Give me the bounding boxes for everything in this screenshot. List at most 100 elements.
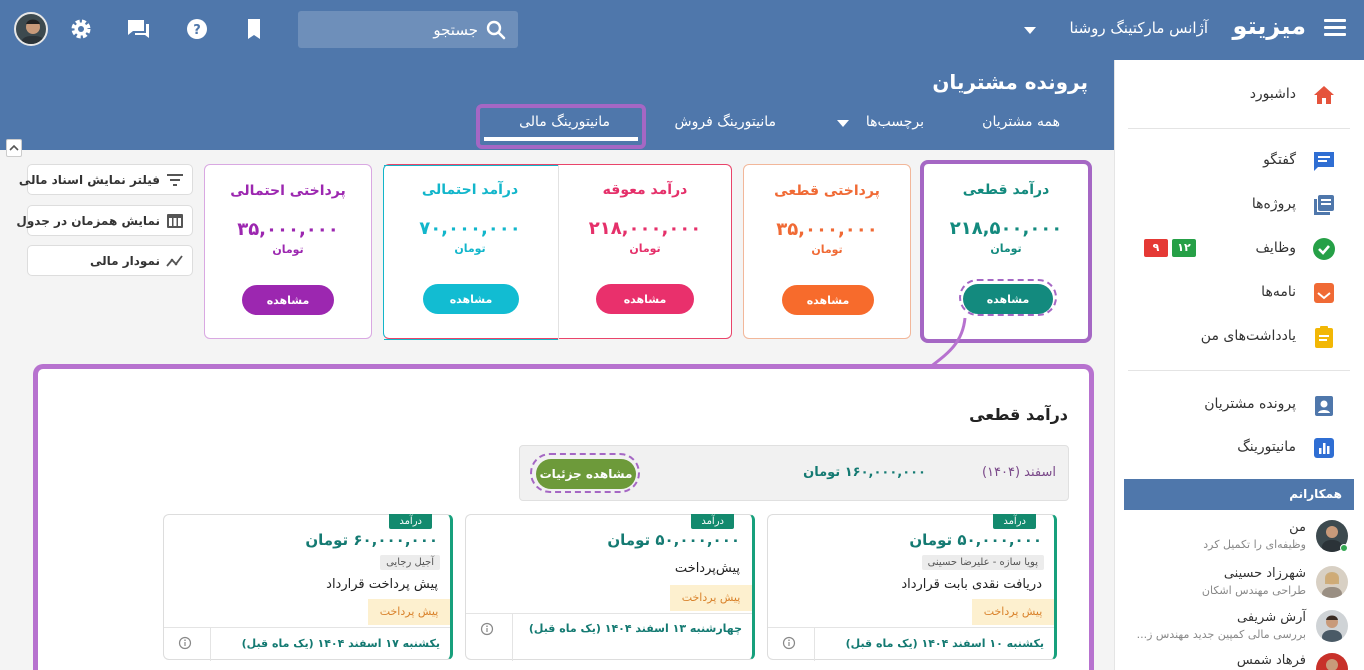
sidebar-item-label: پرونده مشتریان bbox=[1204, 396, 1296, 412]
sidebar-item-label: یادداشت‌های من bbox=[1200, 328, 1296, 344]
card-title: درآمد معوقه bbox=[602, 182, 688, 198]
view-button[interactable]: مشاهده bbox=[782, 285, 874, 315]
transaction-footer: چهارشنبه ۱۳ اسفند ۱۴۰۴ (یک ماه قبل) bbox=[466, 613, 752, 661]
card-probable-payment: پرداختی احتمالی ۳۵,۰۰۰,۰۰۰ تومان مشاهده bbox=[204, 164, 372, 339]
transaction-date: یکشنبه ۱۰ اسفند ۱۴۰۴ (یک ماه قبل) bbox=[845, 637, 1044, 650]
transaction-party: آجیل رجایی bbox=[380, 555, 440, 570]
page-title: پرونده مشتریان bbox=[932, 70, 1088, 94]
chevron-down-icon[interactable] bbox=[1024, 27, 1036, 34]
overdue-count-badge: ۹ bbox=[1144, 239, 1168, 257]
card-currency: تومان bbox=[272, 243, 304, 256]
sidebar-item-dashboard[interactable]: داشبورد bbox=[1114, 75, 1364, 115]
divider bbox=[1128, 370, 1350, 371]
transaction-amount: ۵۰,۰۰۰,۰۰۰ تومان bbox=[909, 531, 1042, 549]
avatar bbox=[1316, 610, 1348, 642]
chevron-down-icon[interactable] bbox=[837, 120, 849, 127]
view-button[interactable]: مشاهده bbox=[596, 284, 694, 314]
colleague-name: من bbox=[1289, 520, 1306, 535]
colleague-name: شهرزاد حسینی bbox=[1223, 566, 1306, 581]
colleagues-header: همکارانم bbox=[1124, 479, 1354, 510]
sidebar-item-label: پروژه‌ها bbox=[1251, 196, 1296, 212]
card-title: درآمد احتمالی bbox=[421, 182, 519, 198]
transaction-description: پیش پرداخت قرارداد bbox=[326, 577, 438, 592]
filter-label: نمایش همزمان در جدول bbox=[16, 214, 160, 228]
card-title: پرداختی احتمالی bbox=[230, 183, 346, 199]
colleague-item[interactable]: آرش شریفی بررسی مالی کمپین جدید مهندس ز.… bbox=[1114, 610, 1364, 654]
help-icon[interactable]: ? bbox=[183, 15, 211, 43]
sidebar-item-chat[interactable]: گفتگو bbox=[1114, 141, 1364, 181]
payment-type-badge: پیش پرداخت bbox=[670, 585, 752, 611]
app-logo: میزیتو bbox=[1232, 12, 1306, 40]
mail-icon bbox=[1314, 283, 1334, 303]
search-icon[interactable] bbox=[486, 20, 506, 40]
sidebar-item-projects[interactable]: پروژه‌ها bbox=[1114, 185, 1364, 225]
view-button[interactable]: مشاهده bbox=[242, 285, 334, 315]
projects-icon bbox=[1314, 195, 1334, 215]
view-button[interactable]: مشاهده bbox=[423, 284, 519, 314]
avatar bbox=[1316, 566, 1348, 598]
sidebar-item-customer-file[interactable]: پرونده مشتریان bbox=[1114, 385, 1364, 425]
sidebar-item-tasks[interactable]: وظایف ۱۲ ۹ bbox=[1114, 229, 1364, 269]
colleague-item[interactable]: شهرزاد حسینی طراحی مهندس اشکان bbox=[1114, 566, 1364, 610]
show-in-table-button[interactable]: نمایش همزمان در جدول bbox=[16, 205, 193, 236]
colleague-item[interactable]: من وظیفه‌ای را تکمیل کرد bbox=[1114, 520, 1364, 564]
info-icon[interactable] bbox=[782, 636, 796, 650]
bookmark-icon[interactable] bbox=[240, 15, 268, 43]
colleague-name: فرهاد شمس bbox=[1236, 653, 1306, 668]
chat-icon bbox=[1314, 152, 1334, 171]
detail-title: درآمد قطعی bbox=[969, 405, 1068, 424]
financial-docs-filter-button[interactable]: فیلتر نمایش اسناد مالی bbox=[19, 164, 193, 195]
tab-sales-monitoring[interactable]: مانیتورینگ فروش bbox=[675, 114, 776, 130]
transaction-card[interactable]: درآمد ۶۰,۰۰۰,۰۰۰ تومان آجیل رجایی پیش پر… bbox=[163, 514, 453, 661]
divider bbox=[1128, 128, 1350, 129]
card-value: ۳۵,۰۰۰,۰۰۰ bbox=[776, 219, 878, 240]
search-input[interactable] bbox=[308, 11, 478, 48]
chart-icon bbox=[166, 255, 183, 267]
card-value: ۳۵,۰۰۰,۰۰۰ bbox=[237, 219, 339, 240]
tasks-icon bbox=[1313, 238, 1335, 260]
user-avatar[interactable] bbox=[14, 12, 48, 46]
agency-selector[interactable]: آژانس مارکتینگ روشنا bbox=[1069, 19, 1208, 37]
transaction-card[interactable]: درآمد ۵۰,۰۰۰,۰۰۰ تومان پویا سازه - علیرض… bbox=[767, 514, 1057, 661]
transaction-footer: یکشنبه ۱۰ اسفند ۱۴۰۴ (یک ماه قبل) bbox=[768, 627, 1054, 661]
transaction-description: دریافت نقدی بابت قرارداد bbox=[901, 577, 1042, 592]
transaction-type-tag: درآمد bbox=[993, 514, 1036, 529]
chevron-up-icon bbox=[9, 144, 19, 151]
card-value: ۲۱۸,۰۰۰,۰۰۰ bbox=[588, 218, 702, 239]
info-icon[interactable] bbox=[178, 636, 192, 650]
card-currency: تومان bbox=[811, 243, 843, 256]
sidebar-item-mail[interactable]: نامه‌ها bbox=[1114, 273, 1364, 313]
financial-chart-button[interactable]: نمودار مالی bbox=[27, 245, 193, 276]
messages-icon[interactable] bbox=[124, 15, 152, 43]
info-icon[interactable] bbox=[480, 622, 494, 636]
transaction-type-tag: درآمد bbox=[389, 514, 432, 529]
tab-tags[interactable]: برچسب‌ها bbox=[866, 114, 924, 130]
transaction-description: پیش‌پرداخت bbox=[674, 561, 740, 576]
transaction-amount: ۶۰,۰۰۰,۰۰۰ تومان bbox=[305, 531, 438, 549]
tab-all-customers[interactable]: همه مشتریان bbox=[982, 114, 1060, 130]
colleague-item[interactable]: فرهاد شمس bbox=[1114, 653, 1364, 670]
search-box[interactable] bbox=[298, 11, 518, 48]
sidebar-item-label: مانیتورینگ bbox=[1237, 439, 1296, 455]
customer-file-icon bbox=[1315, 396, 1333, 416]
sidebar-item-monitoring[interactable]: مانیتورینگ bbox=[1114, 428, 1364, 468]
tab-highlight-annotation bbox=[476, 104, 646, 149]
colleague-status: بررسی مالی کمپین جدید مهندس ز... bbox=[1136, 628, 1306, 641]
card-probable-income: درآمد احتمالی ۷۰,۰۰۰,۰۰۰ تومان مشاهده bbox=[383, 164, 557, 339]
colleague-name: آرش شریفی bbox=[1237, 610, 1306, 625]
notes-icon bbox=[1315, 326, 1333, 348]
card-value: ۷۰,۰۰۰,۰۰۰ bbox=[419, 218, 521, 239]
filter-icon bbox=[167, 174, 183, 186]
card-currency: تومان bbox=[629, 242, 661, 255]
menu-icon[interactable] bbox=[1324, 19, 1346, 39]
sidebar-item-notes[interactable]: یادداشت‌های من bbox=[1114, 317, 1364, 357]
transaction-amount: ۵۰,۰۰۰,۰۰۰ تومان bbox=[607, 531, 740, 549]
transaction-card[interactable]: درآمد ۵۰,۰۰۰,۰۰۰ تومان پیش‌پرداخت پیش پر… bbox=[465, 514, 755, 661]
filter-label: فیلتر نمایش اسناد مالی bbox=[18, 173, 160, 187]
summary-amount: ۱۶۰,۰۰۰,۰۰۰ تومان bbox=[803, 465, 926, 480]
sidebar-item-label: وظایف bbox=[1255, 240, 1296, 256]
collapse-button[interactable] bbox=[6, 139, 22, 157]
tasks-count-badge: ۱۲ bbox=[1172, 239, 1196, 257]
gear-icon[interactable] bbox=[67, 15, 95, 43]
card-currency: تومان bbox=[454, 242, 486, 255]
